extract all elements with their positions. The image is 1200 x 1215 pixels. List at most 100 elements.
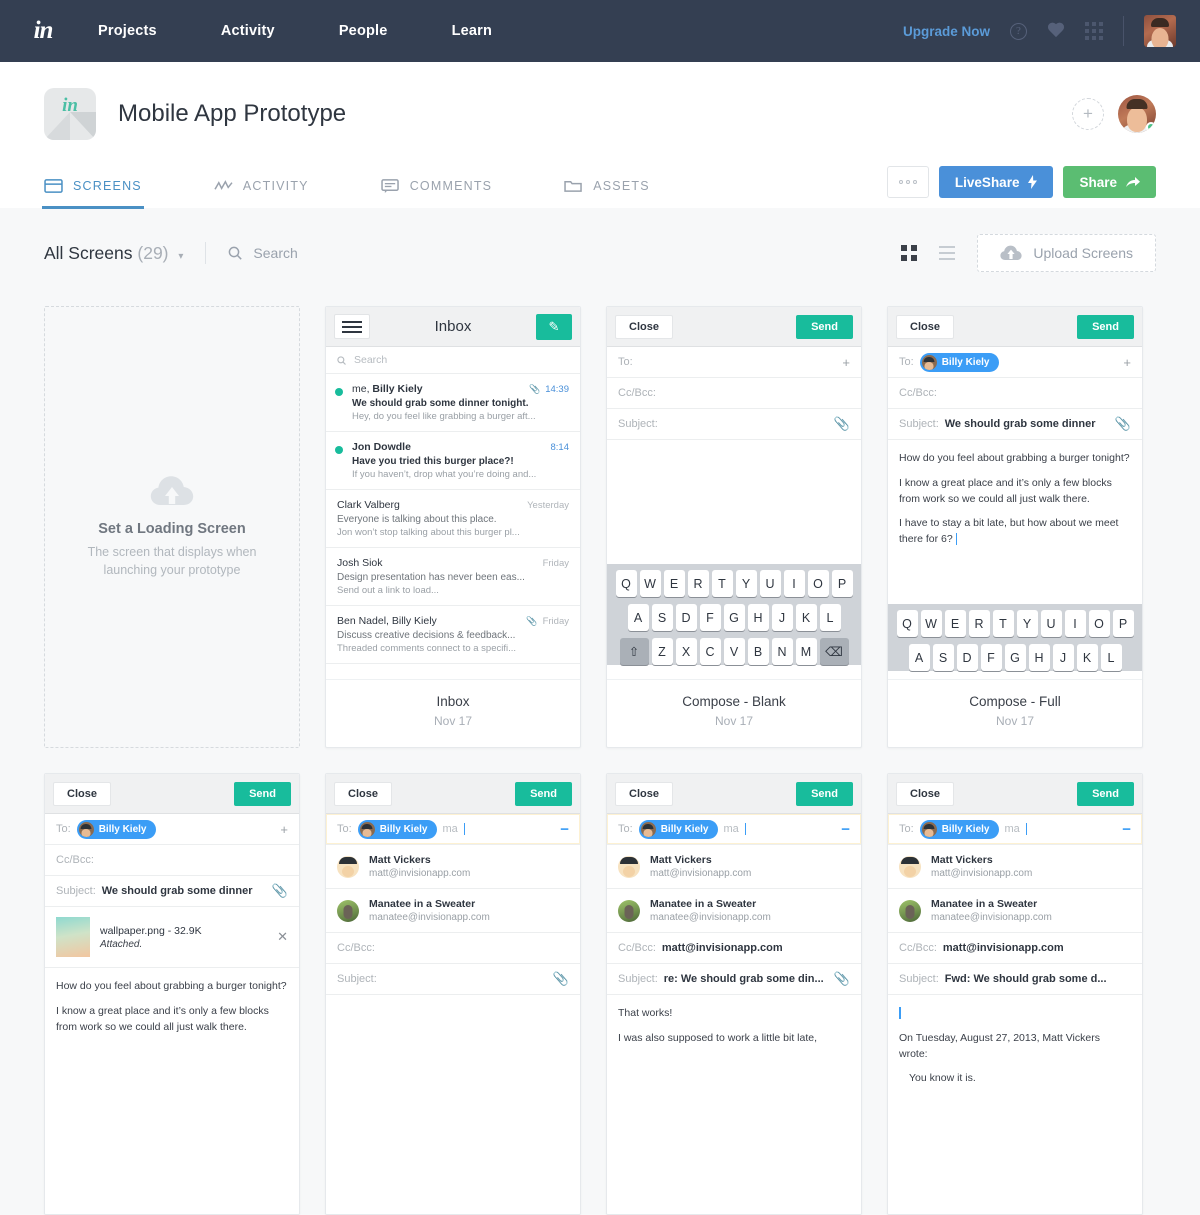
key-g[interactable]: G [723, 604, 745, 631]
message-body-field[interactable] [326, 995, 580, 1085]
key-r[interactable]: R [968, 610, 990, 637]
paperclip-icon[interactable]: 📎 [272, 883, 288, 899]
recipient-chip[interactable]: Billy Kiely [638, 819, 718, 839]
message-body-field[interactable]: On Tuesday, August 27, 2013, Matt Vicker… [888, 995, 1142, 1098]
screen-card-inbox[interactable]: Inbox ✎ Search me, Billy Kiely 📎 14:39 W… [325, 306, 581, 748]
key-r[interactable]: R [687, 570, 709, 597]
key-b[interactable]: B [747, 638, 769, 665]
screen-card-compose-full[interactable]: Close Send To: Billy Kiely + Cc/Bcc: Sub… [887, 306, 1143, 748]
apps-grid-icon[interactable] [1085, 22, 1103, 40]
key-u[interactable]: U [1040, 610, 1062, 637]
list-item[interactable]: Jon Dowdle 8:14 Have you tried this burg… [326, 432, 580, 490]
loading-screen-placeholder-card[interactable]: Set a Loading Screen The screen that dis… [44, 306, 300, 748]
key-s[interactable]: S [932, 644, 954, 671]
plus-icon[interactable]: + [842, 355, 850, 370]
key-g[interactable]: G [1004, 644, 1026, 671]
key-a[interactable]: A [627, 604, 649, 631]
to-field[interactable]: To: Billy Kiely + [888, 347, 1142, 378]
plus-icon[interactable]: + [1123, 355, 1131, 370]
to-field[interactable]: To: Billy Kiely ma − [888, 814, 1142, 845]
list-item[interactable]: Matt Vickers matt@invisionapp.com [888, 845, 1142, 889]
message-body-field[interactable]: That works! I was also supposed to work … [607, 995, 861, 1058]
search-input[interactable]: Search [228, 245, 298, 261]
screen-card-compose-attached[interactable]: Close Send To: Billy Kiely + Cc/Bcc: Sub… [44, 773, 300, 1215]
send-button[interactable]: Send [1077, 781, 1134, 806]
recipient-chip[interactable]: Billy Kiely [919, 352, 999, 372]
key-p[interactable]: P [1112, 610, 1134, 637]
help-icon[interactable]: ? [1010, 22, 1027, 40]
project-owner-avatar[interactable] [1118, 95, 1156, 133]
cc-bcc-field[interactable]: Cc/Bcc: [888, 378, 1142, 409]
list-item[interactable]: Manatee in a Sweater manatee@invisionapp… [888, 889, 1142, 933]
inbox-search-field[interactable]: Search [326, 347, 580, 374]
all-screens-dropdown[interactable]: All Screens (29) ▾ [44, 243, 183, 264]
key-l[interactable]: L [1100, 644, 1122, 671]
upgrade-now-link[interactable]: Upgrade Now [903, 24, 990, 39]
minus-icon[interactable]: − [841, 822, 850, 837]
key-h[interactable]: H [747, 604, 769, 631]
invision-logo-icon[interactable]: in [24, 12, 62, 50]
close-button[interactable]: Close [615, 781, 673, 806]
nav-link-projects[interactable]: Projects [98, 23, 157, 39]
key-m[interactable]: M [795, 638, 817, 665]
recipient-chip[interactable]: Billy Kiely [76, 819, 156, 839]
grid-view-icon[interactable] [901, 245, 918, 261]
list-item[interactable]: Manatee in a Sweater manatee@invisionapp… [607, 889, 861, 933]
key-k[interactable]: K [795, 604, 817, 631]
cc-bcc-field[interactable]: Cc/Bcc: [326, 933, 580, 964]
tab-assets[interactable]: ASSETS [564, 178, 650, 208]
nav-link-activity[interactable]: Activity [221, 23, 275, 39]
user-avatar[interactable] [1144, 15, 1176, 47]
tab-activity[interactable]: ACTIVITY [214, 178, 309, 208]
send-button[interactable]: Send [1077, 314, 1134, 339]
to-field[interactable]: To: Billy Kiely ma − [607, 814, 861, 845]
message-body-field[interactable] [607, 440, 861, 564]
key-f[interactable]: F [980, 644, 1002, 671]
subject-field[interactable]: Subject: We should grab some dinner 📎 [45, 876, 299, 907]
paperclip-icon[interactable]: 📎 [553, 971, 569, 987]
key-l[interactable]: L [819, 604, 841, 631]
paperclip-icon[interactable]: 📎 [1115, 416, 1131, 432]
more-options-button[interactable] [886, 166, 929, 198]
key-y[interactable]: Y [735, 570, 757, 597]
add-member-button[interactable]: + [1072, 98, 1104, 130]
subject-field[interactable]: Subject: We should grab some dinner 📎 [888, 409, 1142, 440]
key-o[interactable]: O [1088, 610, 1110, 637]
recipient-chip[interactable]: Billy Kiely [357, 819, 437, 839]
key-v[interactable]: V [723, 638, 745, 665]
hamburger-icon[interactable] [334, 314, 370, 339]
recipient-chip[interactable]: Billy Kiely [919, 819, 999, 839]
key-d[interactable]: D [956, 644, 978, 671]
key-c[interactable]: C [699, 638, 721, 665]
list-item[interactable]: Matt Vickers matt@invisionapp.com [326, 845, 580, 889]
send-button[interactable]: Send [796, 314, 853, 339]
list-item[interactable]: Ben Nadel, Billy Kiely 📎 Friday Discuss … [326, 606, 580, 664]
close-x-icon[interactable]: ✕ [277, 929, 288, 945]
cc-bcc-field[interactable]: Cc/Bcc: [607, 378, 861, 409]
share-button[interactable]: Share [1063, 166, 1156, 198]
send-button[interactable]: Send [796, 781, 853, 806]
list-item[interactable]: Josh Siok Friday Design presentation has… [326, 548, 580, 606]
key-k[interactable]: K [1076, 644, 1098, 671]
paperclip-icon[interactable]: 📎 [834, 416, 850, 432]
message-body-field[interactable]: How do you feel about grabbing a burger … [45, 968, 299, 1046]
subject-field[interactable]: Subject: 📎 [607, 409, 861, 440]
key-q[interactable]: Q [615, 570, 637, 597]
send-button[interactable]: Send [234, 781, 291, 806]
nav-link-people[interactable]: People [339, 23, 388, 39]
list-item[interactable]: me, Billy Kiely 📎 14:39 We should grab s… [326, 374, 580, 432]
send-button[interactable]: Send [515, 781, 572, 806]
minus-icon[interactable]: − [560, 822, 569, 837]
key-i[interactable]: I [1064, 610, 1086, 637]
close-button[interactable]: Close [615, 314, 673, 339]
list-item[interactable]: Manatee in a Sweater manatee@invisionapp… [326, 889, 580, 933]
heart-icon[interactable] [1047, 23, 1065, 40]
cc-bcc-field[interactable]: Cc/Bcc: [45, 845, 299, 876]
key-e[interactable]: E [944, 610, 966, 637]
cc-bcc-field[interactable]: Cc/Bcc: matt@invisionapp.com [888, 933, 1142, 964]
key-z[interactable]: Z [651, 638, 673, 665]
key-y[interactable]: Y [1016, 610, 1038, 637]
to-field[interactable]: To: Billy Kiely ma − [326, 814, 580, 845]
screen-card-compose-suggest[interactable]: Close Send To: Billy Kiely ma − Matt Vic… [325, 773, 581, 1215]
key-p[interactable]: P [831, 570, 853, 597]
